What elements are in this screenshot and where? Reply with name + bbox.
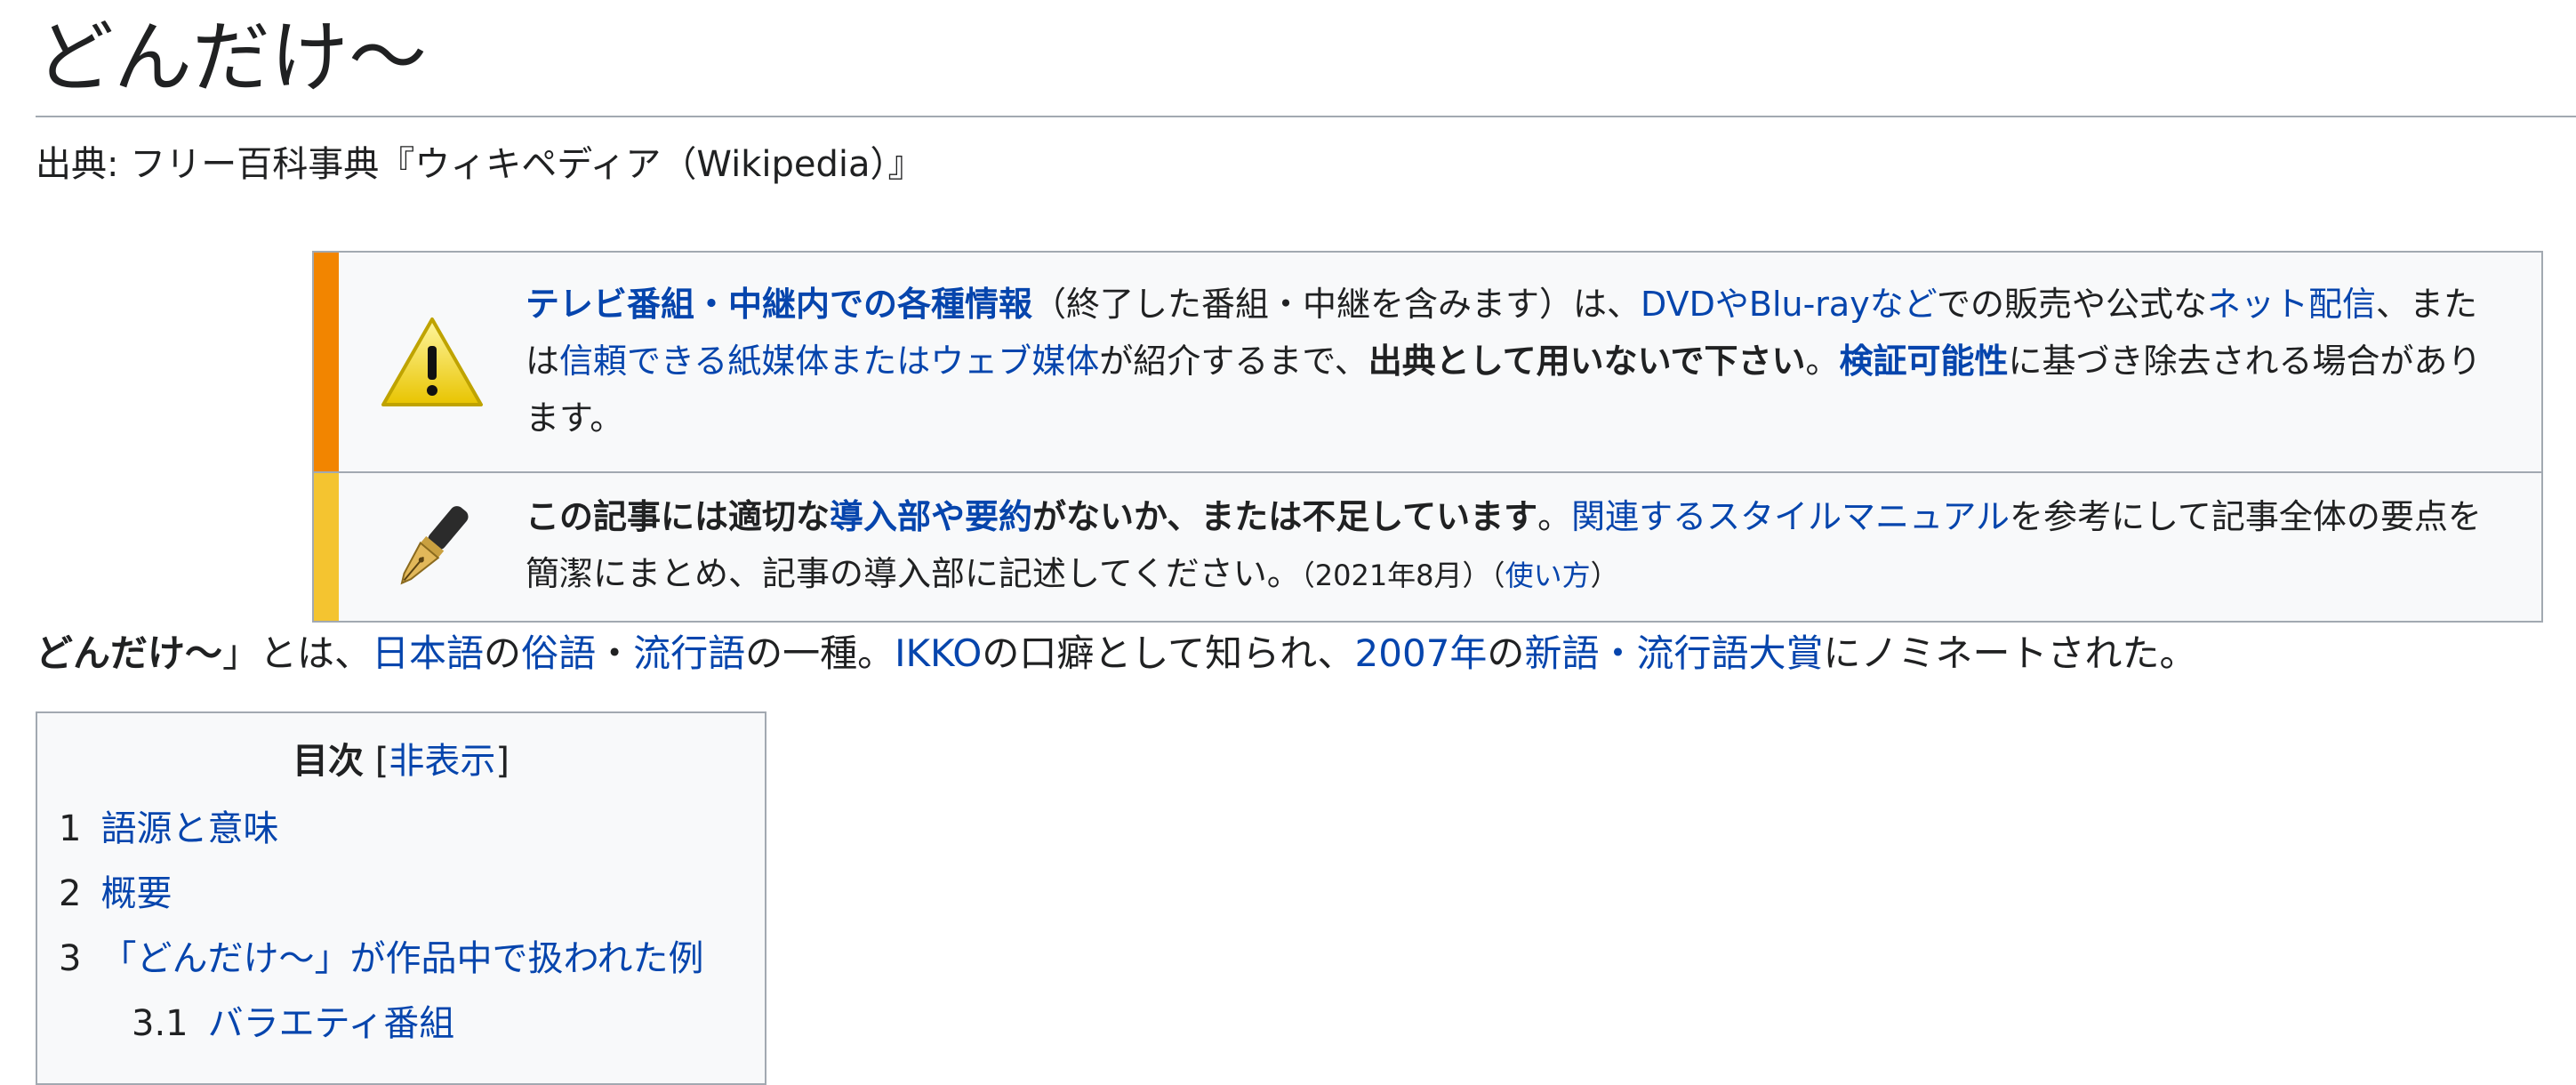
site-subtitle: 出典: フリー百科事典『ウィキペディア（Wikipedia）』 [36,144,924,185]
text: ） [1590,559,1619,592]
toc-item-overview[interactable]: 2 概要 [37,862,765,927]
text: （終了した番組・中継を含みます）は、 [1032,285,1641,324]
text: での販売や公式な [1936,285,2207,324]
warning-triangle-icon [339,316,526,408]
text: にノミネートされた。 [1823,631,2197,675]
toc-bracket: ] [495,741,510,782]
link-dvd-bluray[interactable]: DVDやBlu-rayなど [1641,285,1937,324]
text: 」とは、 [222,631,373,675]
toc-item-variety[interactable]: 3.1 バラエティ番組 [37,992,765,1057]
link-net-distribution[interactable]: ネット配信 [2207,285,2376,324]
toc-number: 3 [59,938,82,979]
toc-bracket: [ [374,741,389,782]
link-slang[interactable]: 俗語 [521,631,596,675]
notice-lead-section: この記事には適切な導入部や要約がないか、または不足しています。関連するスタイルマ… [314,471,2541,621]
text: 。 [1805,342,1840,381]
toc-link[interactable]: 「どんだけ～」が作品中で扱われた例 [100,938,703,979]
toc-link[interactable]: バラエティ番組 [208,1003,455,1044]
link-2007[interactable]: 2007年 [1355,631,1488,675]
toc-header: 目次 [非表示] [37,735,765,788]
notice-boxes: テレビ番組・中継内での各種情報（終了した番組・中継を含みます）は、DVDやBlu… [312,251,2543,623]
link-lead-section[interactable]: 導入部や要約 [830,497,1032,536]
bold-text: この記事には適切な [526,497,831,536]
toc-number: 1 [59,808,82,849]
text: の [1487,631,1525,675]
link-tv-info[interactable]: テレビ番組・中継内での各種情報 [526,285,1032,324]
text: の [484,631,522,675]
lead-paragraph: どんだけ～」とは、日本語の俗語・流行語の一種。IKKOの口癖として知られ、200… [36,624,2196,683]
link-ikko[interactable]: IKKO [895,631,982,675]
notice-tv-text: テレビ番組・中継内での各種情報（終了した番組・中継を含みます）は、DVDやBlu… [526,272,2541,452]
link-verifiability[interactable]: 検証可能性 [1840,342,2009,381]
text: （ [1490,559,1505,592]
notice-tv-sources: テレビ番組・中継内での各種情報（終了した番組・中継を含みます）は、DVDやBlu… [314,253,2541,471]
toc-title: 目次 [293,741,365,782]
toc-link[interactable]: 語源と意味 [100,808,278,849]
toc-item-etymology[interactable]: 1 語源と意味 [37,797,765,862]
bold-text: 出典として用いないで下さい [1368,342,1806,381]
lead-bold-term: どんだけ～ [36,631,223,675]
text: の一種。 [745,631,895,675]
page-title: どんだけ～ [36,0,2576,117]
toc-link[interactable]: 概要 [100,873,172,914]
toc-number: 2 [59,873,82,914]
notice-date: （2021年8月） [1300,559,1491,592]
toc-number: 3.1 [132,1003,189,1044]
toc-list: 1 語源と意味 2 概要 3 「どんだけ～」が作品中で扱われた例 3.1 バラエティ番組 [37,797,765,1057]
toc-item-works[interactable]: 3 「どんだけ～」が作品中で扱われた例 [37,927,765,992]
table-of-contents: 目次 [非表示] 1 語源と意味 2 概要 3 「どんだけ～」が作品中で扱われた例 3… [36,711,766,1085]
link-japanese[interactable]: 日本語 [372,631,484,675]
link-buzzword[interactable]: 流行語 [633,631,745,675]
toc-toggle-button[interactable]: 非表示 [389,741,495,782]
text: が紹介するまで、 [1099,342,1368,381]
text: ・ [596,631,634,675]
notice-lead-text: この記事には適切な導入部や要約がないか、または不足しています。関連するスタイルマ… [526,485,2541,609]
fountain-pen-icon [339,498,526,596]
link-usage[interactable]: 使い方 [1505,559,1591,592]
link-style-manual[interactable]: 関連するスタイルマニュアル [1571,497,2010,536]
notice-bar-yellow [314,473,339,621]
article-page: どんだけ～ 出典: フリー百科事典『ウィキペディア（Wikipedia）』 テレ… [0,0,2576,1085]
bold-text: がないか、または不足しています [1032,497,1538,536]
link-reliable-sources[interactable]: 信頼できる紙媒体またはウェブ媒体 [559,342,1099,381]
notice-bar-orange [314,253,339,471]
text: 。 [1537,497,1572,536]
link-buzzword-award[interactable]: 新語・流行語大賞 [1524,631,1823,675]
text: の口癖として知られ、 [982,631,1355,675]
